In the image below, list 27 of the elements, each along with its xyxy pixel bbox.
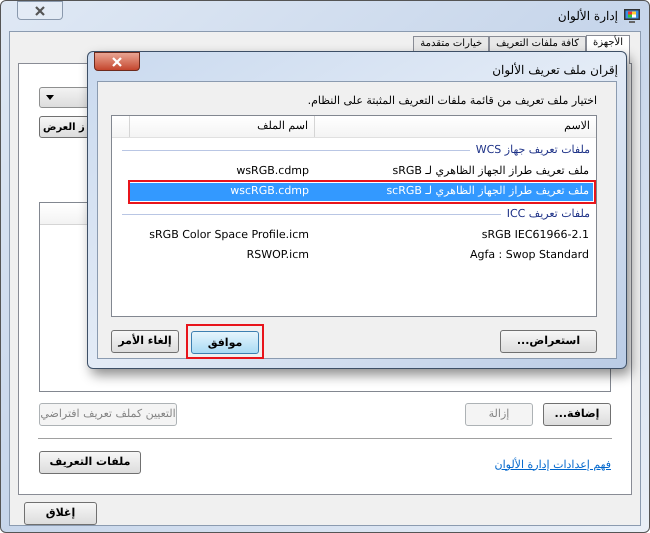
- group-heading: ملفات تعريف ICC: [506, 206, 590, 222]
- browse-button[interactable]: استعراض...: [500, 330, 597, 353]
- profiles-button[interactable]: ملفات التعريف: [39, 451, 141, 474]
- dropdown-arrow-icon: [46, 95, 54, 100]
- close-button[interactable]: [17, 1, 63, 20]
- column-header[interactable]: اسم الملف: [129, 116, 314, 136]
- window-title: إدارة الألوان: [558, 8, 618, 25]
- close-icon: [111, 56, 123, 66]
- instruction-text: اختيار ملف تعريف من قائمة ملفات التعريف المثبتة على النظام.: [306, 93, 597, 109]
- close-window-button[interactable]: إغلاق: [24, 502, 97, 525]
- monitor-icon: [623, 8, 641, 24]
- group-heading: ملفات تعريف جهاز WCS: [476, 142, 590, 158]
- add-button[interactable]: إضافة...: [543, 403, 611, 426]
- button-label: ز العرض: [43, 120, 85, 134]
- list-cell[interactable]: ملف تعريف طراز الجهاز الظاهري لـ sRGB: [313, 162, 593, 180]
- list-cell[interactable]: Agfa : Swop Standard: [313, 246, 593, 264]
- cancel-button[interactable]: إلغاء الأمر: [111, 330, 179, 353]
- list-cell[interactable]: RSWOP.icm: [128, 246, 313, 264]
- help-link[interactable]: فهم إعدادات إدارة الألوان: [494, 456, 611, 473]
- list-cell[interactable]: wsRGB.cdmp: [128, 162, 313, 180]
- dialog-title: إقران ملف تعريف الألوان: [492, 62, 618, 78]
- ok-button[interactable]: موافق: [191, 331, 259, 354]
- list-cell[interactable]: sRGB Color Space Profile.icm: [128, 226, 313, 244]
- close-icon: [34, 6, 46, 16]
- list-cell[interactable]: sRGB IEC61966-2.1: [313, 226, 593, 244]
- column-header[interactable]: الاسم: [314, 116, 596, 136]
- close-button[interactable]: [94, 52, 140, 71]
